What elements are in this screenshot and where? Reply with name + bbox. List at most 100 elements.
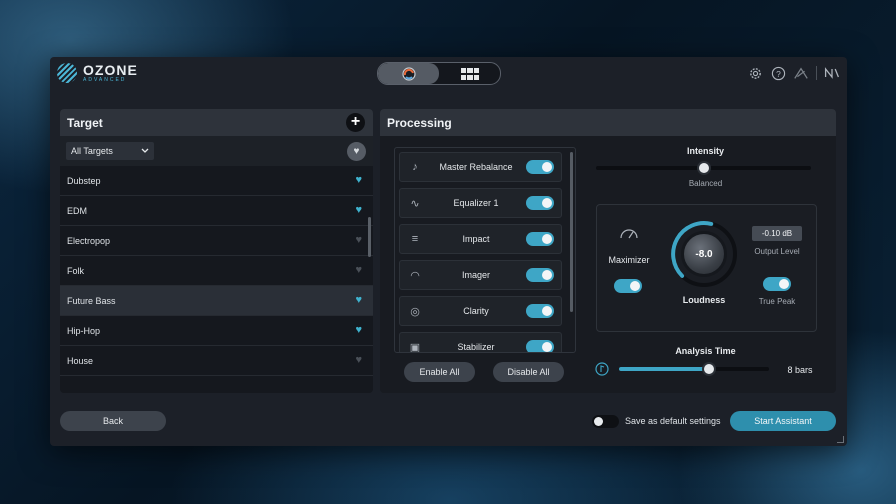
module-label: Equalizer 1 — [453, 198, 499, 208]
app-subtitle: ADVANCED — [83, 77, 127, 83]
genre-label: EDM — [67, 205, 87, 216]
module-list-scrollbar[interactable] — [570, 152, 573, 312]
enable-all-button[interactable]: Enable All — [404, 362, 475, 382]
genre-label: Folk — [67, 265, 85, 276]
resize-handle[interactable] — [837, 436, 844, 443]
header-icons: ? — [747, 65, 840, 81]
output-level-readout[interactable]: -0.10 dB — [752, 226, 802, 241]
module-item[interactable]: ◎ Clarity — [399, 296, 562, 326]
intensity-slider[interactable] — [596, 163, 811, 173]
assistant-icon — [401, 66, 416, 81]
favorite-heart-icon[interactable]: ♥ — [355, 175, 362, 186]
app-title: OZONE — [83, 62, 138, 78]
target-header: Target + — [60, 109, 373, 136]
genre-item[interactable]: Hip-Hop ♥ — [60, 316, 373, 346]
true-peak-toggle[interactable] — [763, 277, 791, 291]
genre-item[interactable]: EDM ♥ — [60, 196, 373, 226]
loudness-knob[interactable]: -8.0 — [669, 219, 739, 289]
module-label: Master Rebalance — [439, 162, 513, 172]
analysis-time-value: 8 bars — [787, 365, 813, 375]
favorite-heart-icon[interactable]: ♥ — [355, 205, 362, 216]
module-item[interactable]: ◠ Imager — [399, 260, 562, 290]
module-item[interactable]: ▣ Stabilizer — [399, 332, 562, 353]
add-target-button[interactable]: + — [346, 113, 365, 132]
impact-icon: ≡ — [411, 233, 419, 245]
genre-label: Dubstep — [67, 175, 101, 186]
intensity-value: Balanced — [688, 179, 723, 188]
favorite-heart-icon[interactable]: ♥ — [355, 325, 362, 336]
analysis-time-fill — [619, 367, 709, 371]
loudness-section: Maximizer -8.0 Loudness -0.10 dB Output … — [596, 204, 817, 332]
disable-all-button[interactable]: Disable All — [493, 362, 564, 382]
module-toggle[interactable] — [526, 160, 554, 174]
clarity-icon: ◎ — [410, 305, 420, 318]
target-filter-dropdown[interactable]: All Targets — [66, 142, 154, 160]
ozone-window: OZONE ADVANCED ? Target + All Targets ♥ … — [50, 57, 847, 446]
intensity-title: Intensity — [686, 146, 724, 156]
save-default-toggle[interactable] — [592, 415, 619, 428]
genre-item[interactable]: Folk ♥ — [60, 256, 373, 286]
stabilizer-icon: ▣ — [409, 341, 421, 353]
output-level-label: Output Level — [754, 247, 800, 256]
module-label: Imager — [461, 270, 490, 280]
module-label: Clarity — [463, 306, 489, 316]
help-icon[interactable]: ? — [770, 65, 786, 81]
favorite-heart-icon[interactable]: ♥ — [355, 235, 362, 246]
equalizer-icon: ∿ — [410, 197, 420, 210]
intensity-slider-thumb[interactable] — [698, 163, 709, 173]
ozone-logo: OZONE ADVANCED — [57, 63, 138, 83]
analysis-time-slider[interactable] — [619, 364, 769, 374]
module-toggle[interactable] — [526, 340, 554, 352]
module-label: Impact — [462, 234, 490, 244]
module-toggle[interactable] — [526, 304, 554, 318]
genre-label: Future Bass — [67, 295, 116, 306]
genre-list: Dubstep ♥ EDM ♥ Electropop ♥ Folk ♥ Future Bass ♥… — [60, 166, 373, 393]
module-list: ♪ Master Rebalance ∿ Equalizer 1 ≡ Impact ◠ Ima… — [394, 147, 576, 353]
heart-icon: ♥ — [353, 146, 360, 157]
loudness-label: Loudness — [682, 295, 726, 305]
maximizer-meter-icon — [620, 229, 638, 239]
modules-icon — [460, 67, 479, 80]
target-title: Target — [67, 115, 103, 130]
module-toggle[interactable] — [526, 196, 554, 210]
maximizer-toggle[interactable] — [614, 279, 642, 293]
start-assistant-button[interactable]: Start Assistant — [730, 411, 836, 431]
target-filter-row: All Targets ♥ — [60, 136, 373, 166]
true-peak-label: True Peak — [758, 297, 796, 306]
ozone-logo-icon — [57, 63, 77, 83]
target-panel: Target + All Targets ♥ Dubstep ♥ EDM ♥ Elect… — [60, 109, 373, 393]
processing-title: Processing — [387, 115, 452, 130]
chevron-down-icon — [141, 148, 149, 153]
ni-logo-icon — [824, 65, 840, 81]
genre-item[interactable]: Electropop ♥ — [60, 226, 373, 256]
analysis-time-thumb[interactable] — [704, 364, 714, 374]
module-toggle[interactable] — [526, 268, 554, 282]
genre-label: House — [67, 355, 94, 366]
genre-item[interactable]: Future Bass ♥ — [60, 286, 373, 316]
genre-item[interactable]: Dubstep ♥ — [60, 166, 373, 196]
genre-label: Electropop — [67, 235, 111, 246]
favorites-filter-button[interactable]: ♥ — [347, 142, 366, 161]
assistant-view-button[interactable] — [378, 63, 439, 84]
back-button[interactable]: Back — [60, 411, 166, 431]
favorite-heart-icon[interactable]: ♥ — [355, 355, 362, 366]
genre-list-scrollbar[interactable] — [368, 217, 371, 257]
favorite-heart-icon[interactable]: ♥ — [355, 295, 362, 306]
module-item[interactable]: ≡ Impact — [399, 224, 562, 254]
view-switch — [377, 62, 501, 85]
processing-header: Processing — [380, 109, 836, 136]
imager-icon: ◠ — [410, 269, 420, 282]
module-toggle[interactable] — [526, 232, 554, 246]
ni-connect-icon[interactable] — [793, 65, 809, 81]
gear-icon[interactable] — [747, 65, 763, 81]
save-default-label: Save as default settings — [625, 416, 721, 426]
favorite-heart-icon[interactable]: ♥ — [355, 265, 362, 276]
modules-view-button[interactable] — [439, 63, 500, 84]
module-item[interactable]: ♪ Master Rebalance — [399, 152, 562, 182]
analysis-time-title: Analysis Time — [675, 346, 736, 356]
master-rebalance-icon: ♪ — [412, 161, 418, 173]
loudness-value: -8.0 — [681, 231, 727, 277]
genre-item[interactable]: House ♥ — [60, 346, 373, 376]
module-item[interactable]: ∿ Equalizer 1 — [399, 188, 562, 218]
metronome-icon — [595, 362, 609, 376]
